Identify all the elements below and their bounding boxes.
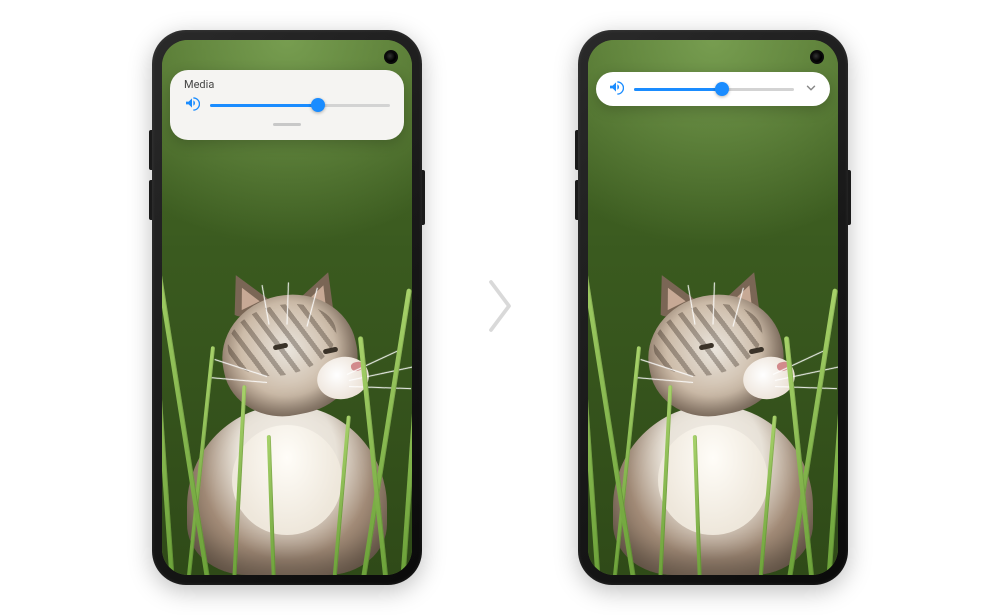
volume-type-label: Media [184, 78, 390, 91]
punch-hole-camera [384, 50, 398, 64]
volume-icon [184, 95, 200, 115]
phone-screen [588, 40, 838, 575]
volume-slider-thumb[interactable] [715, 82, 729, 96]
volume-icon [608, 79, 624, 99]
chevron-down-icon[interactable] [804, 80, 818, 99]
wallpaper-kitten-grass [588, 40, 838, 575]
volume-panel-expanded: Media [170, 70, 404, 140]
phone-volume-up-btn [149, 130, 152, 170]
phone-power-btn [848, 170, 851, 225]
phone-mockup-before: Media [152, 30, 422, 585]
phone-volume-down-btn [575, 180, 578, 220]
volume-panel-compact [596, 72, 830, 106]
punch-hole-camera [810, 50, 824, 64]
phone-volume-up-btn [575, 130, 578, 170]
volume-slider-fill [634, 88, 722, 91]
volume-slider[interactable] [634, 82, 794, 96]
volume-slider[interactable] [210, 98, 390, 112]
panel-drag-handle[interactable] [273, 123, 301, 126]
phone-volume-down-btn [149, 180, 152, 220]
volume-slider-fill [210, 104, 318, 107]
phone-power-btn [422, 170, 425, 225]
phone-screen: Media [162, 40, 412, 575]
chevron-right-icon [482, 276, 518, 340]
phone-mockup-after [578, 30, 848, 585]
volume-slider-thumb[interactable] [311, 98, 325, 112]
